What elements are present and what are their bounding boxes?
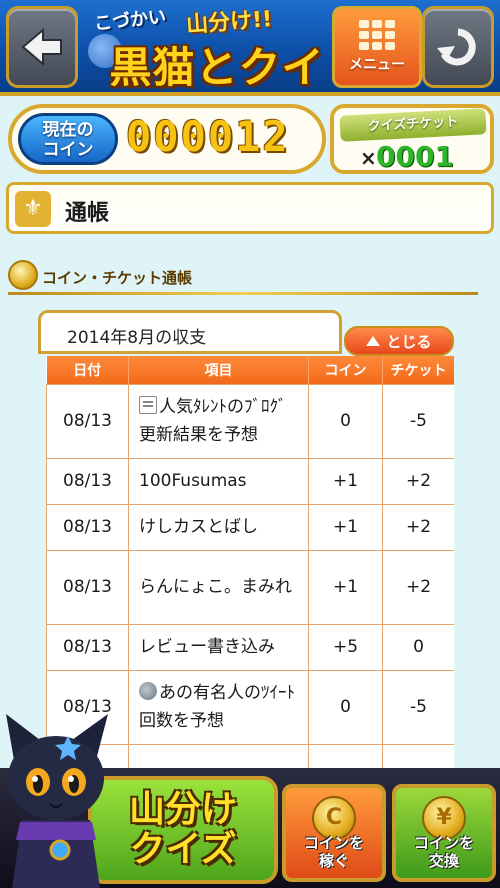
exchange-line2: 交換 — [428, 852, 459, 870]
coin-count: 000012 — [126, 112, 290, 161]
bird-icon — [139, 682, 157, 700]
month-box: 2014年8月の収支 — [38, 310, 342, 354]
earn-line2: 稼ぐ — [318, 852, 349, 870]
menu-button[interactable]: メニュー — [332, 6, 422, 88]
exchange-coins-label: コインを 交換 — [396, 834, 492, 870]
item-cell: レビュー書き込み — [128, 623, 309, 671]
triangle-up-icon — [366, 336, 381, 346]
coin-badge-line2: コイン — [42, 140, 94, 160]
section-bar: ⚜ 通帳 — [6, 182, 494, 234]
month-label: 2014年8月の収支 — [67, 328, 207, 348]
earn-coins-button[interactable]: C コインを 稼ぐ — [282, 784, 386, 882]
coin-cell: +1 — [308, 457, 383, 505]
reload-icon — [437, 28, 476, 66]
ticket-label: クイズチケット — [339, 108, 487, 142]
quiz-line1: 山分け — [128, 789, 237, 830]
date-cell: 08/13 — [46, 623, 129, 671]
ledger-subheading-text: コイン・チケット通帳 — [42, 269, 193, 287]
item-cell: らんにょこ。まみれ — [128, 549, 309, 625]
earn-line1: コインを — [303, 834, 364, 852]
ticket-balance-panel: クイズチケット × 0001 — [330, 104, 494, 174]
date-cell: 08/13 — [46, 457, 129, 505]
back-button[interactable] — [6, 6, 78, 88]
coin-badge-line1: 現在の — [42, 120, 94, 140]
ticket-cell: 0 — [382, 623, 454, 671]
coin-cell: 0 — [308, 669, 383, 745]
item-cell: 100Fusumas — [128, 457, 309, 505]
ledger-subheading: コイン・チケット通帳 — [8, 260, 496, 296]
item-text: あの有名人のﾂｲｰﾄ回数を予想 — [139, 683, 295, 731]
coin-balance-panel: 現在の コイン 000012 — [8, 104, 326, 174]
earn-coins-label: コインを 稼ぐ — [286, 834, 382, 870]
table-row: 08/13 レビュー書き込み +5 0 — [46, 623, 454, 671]
app-logo: こづかい 山分け!! 黒猫とクイズ — [86, 4, 326, 153]
coin-cell: +5 — [308, 623, 383, 671]
memo-icon — [139, 396, 157, 414]
coin-cell: +1 — [308, 503, 383, 551]
date-cell: 08/13 — [46, 383, 129, 459]
ticket-multiplier: × — [360, 146, 377, 170]
item-cell: 人気ﾀﾚﾝﾄのﾌﾞﾛｸﾞ更新結果を予想 — [128, 383, 309, 459]
ticket-cell: +2 — [382, 503, 454, 551]
coin-icon — [8, 260, 38, 290]
app-header: こづかい 山分け!! 黒猫とクイズ メニュー — [0, 0, 500, 153]
table-row: 08/13 100Fusumas +1 +2 — [46, 457, 454, 505]
coin-cell: +1 — [308, 549, 383, 625]
exchange-line1: コインを — [413, 834, 474, 852]
back-arrow-icon — [21, 27, 62, 67]
table-row: 08/13 らんにょこ。まみれ +1 +2 — [46, 549, 454, 625]
column-header-item: 項目 — [128, 356, 309, 384]
quiz-line2: クイズ — [129, 829, 237, 870]
item-cell: あの有名人のﾂｲｰﾄ回数を予想 — [128, 669, 309, 745]
ticket-cell: +2 — [382, 457, 454, 505]
logo-small-text: こづかい — [93, 6, 168, 35]
ticket-count: 0001 — [376, 140, 454, 173]
exchange-coins-button[interactable]: ¥ コインを 交換 — [392, 784, 496, 882]
coin-badge: 現在の コイン — [18, 113, 118, 165]
close-button[interactable]: とじる — [344, 326, 454, 356]
menu-label: メニュー — [349, 57, 405, 73]
table-header-row: 日付 項目 コイン チケット — [46, 356, 454, 384]
grid-icon — [359, 20, 395, 50]
coin-cell: 0 — [308, 383, 383, 459]
table-row: 08/13 けしカスとばし +1 +2 — [46, 503, 454, 551]
date-cell: 08/13 — [46, 503, 129, 551]
reload-button[interactable] — [422, 6, 494, 88]
column-header-ticket: チケット — [382, 356, 454, 384]
table-row: 08/13 人気ﾀﾚﾝﾄのﾌﾞﾛｸﾞ更新結果を予想 0 -5 — [46, 383, 454, 459]
item-text: 人気ﾀﾚﾝﾄのﾌﾞﾛｸﾞ更新結果を予想 — [139, 397, 287, 445]
ticket-cell: -5 — [382, 669, 454, 745]
ticket-cell: -5 — [382, 383, 454, 459]
fleur-icon: ⚜ — [15, 191, 51, 227]
column-header-date: 日付 — [46, 356, 129, 384]
date-cell: 08/13 — [46, 549, 129, 625]
black-cat-mascot-icon — [6, 714, 108, 888]
item-cell: けしカスとばし — [128, 503, 309, 551]
close-label: とじる — [386, 332, 432, 351]
column-header-coin: コイン — [308, 356, 383, 384]
page-title: 通帳 — [65, 201, 110, 226]
divider — [8, 292, 478, 295]
ticket-cell: +2 — [382, 549, 454, 625]
